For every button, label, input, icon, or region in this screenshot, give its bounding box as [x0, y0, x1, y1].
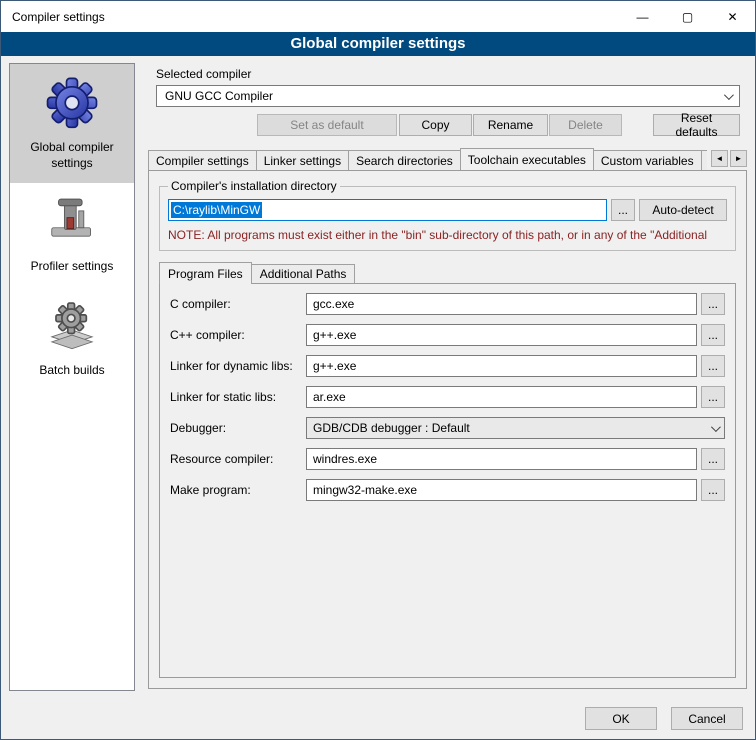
static-linker-input[interactable]: ar.exe: [306, 386, 697, 408]
resource-compiler-input[interactable]: windres.exe: [306, 448, 697, 470]
sidebar-item-label: Profiler settings: [31, 259, 114, 275]
tab-scroll-right-icon[interactable]: ►: [730, 150, 747, 167]
browse-button[interactable]: ...: [701, 293, 725, 315]
installation-directory-title: Compiler's installation directory: [168, 179, 340, 193]
field-label: Make program:: [170, 483, 306, 497]
field-label: Linker for dynamic libs:: [170, 359, 306, 373]
sidebar-item-batch-builds[interactable]: Batch builds: [10, 287, 134, 391]
selected-compiler-label: Selected compiler: [156, 67, 747, 81]
field-row-resource-compiler: Resource compiler: windres.exe ...: [170, 448, 725, 470]
maximize-button[interactable]: ▢: [665, 1, 710, 32]
program-tabs: Program Files Additional Paths: [159, 261, 736, 283]
field-row-cpp-compiler: C++ compiler: g++.exe ...: [170, 324, 725, 346]
field-row-make-program: Make program: mingw32-make.exe ...: [170, 479, 725, 501]
field-row-static-linker: Linker for static libs: ar.exe ...: [170, 386, 725, 408]
installation-dir-input[interactable]: C:\raylib\MinGW: [168, 199, 607, 221]
tab-build-options[interactable]: Buil: [701, 150, 707, 170]
rename-button[interactable]: Rename: [473, 114, 548, 136]
toolchain-executables-page: Compiler's installation directory C:\ray…: [148, 170, 747, 689]
settings-category-list: Global compiler settings Profiler settin…: [9, 63, 135, 691]
delete-button: Delete: [549, 114, 622, 136]
installation-directory-row: C:\raylib\MinGW ... Auto-detect: [168, 199, 727, 221]
browse-button[interactable]: ...: [701, 448, 725, 470]
compiler-select[interactable]: GNU GCC Compiler: [156, 85, 740, 107]
ok-button[interactable]: OK: [585, 707, 657, 730]
debugger-select-value: GDB/CDB debugger : Default: [313, 421, 470, 435]
tab-toolchain-executables[interactable]: Toolchain executables: [460, 148, 594, 170]
field-label: C compiler:: [170, 297, 306, 311]
dialog-body: Global compiler settings Profiler settin…: [1, 56, 755, 739]
tab-compiler-settings[interactable]: Compiler settings: [148, 150, 257, 170]
sidebar-item-label: Global compiler settings: [14, 140, 130, 171]
debugger-select[interactable]: GDB/CDB debugger : Default: [306, 417, 725, 439]
tab-additional-paths[interactable]: Additional Paths: [251, 264, 356, 283]
gray-gear-stack-icon: [44, 297, 100, 353]
tab-search-directories[interactable]: Search directories: [348, 150, 461, 170]
browse-dir-button[interactable]: ...: [611, 199, 635, 221]
sidebar-item-profiler-settings[interactable]: Profiler settings: [10, 183, 134, 287]
settings-tabs: Compiler settings Linker settings Search…: [148, 147, 747, 170]
bin-subdirectory-note: NOTE: All programs must exist either in …: [168, 228, 727, 242]
tabs-scroller: Compiler settings Linker settings Search…: [148, 147, 707, 170]
window-title: Compiler settings: [1, 1, 620, 32]
field-row-c-compiler: C compiler: gcc.exe ...: [170, 293, 725, 315]
tab-linker-settings[interactable]: Linker settings: [256, 150, 349, 170]
chevron-down-icon: [711, 422, 721, 432]
compiler-actions: Set as default Copy Rename Delete Reset …: [156, 114, 740, 136]
compiler-settings-dialog: Compiler settings — ▢ ✕ Global compiler …: [0, 0, 756, 740]
make-program-input[interactable]: mingw32-make.exe: [306, 479, 697, 501]
set-as-default-button: Set as default: [257, 114, 397, 136]
field-label: Linker for static libs:: [170, 390, 306, 404]
browse-button[interactable]: ...: [701, 386, 725, 408]
field-label: Resource compiler:: [170, 452, 306, 466]
browse-button[interactable]: ...: [701, 479, 725, 501]
installation-dir-selected-text: C:\raylib\MinGW: [171, 202, 262, 218]
copy-button[interactable]: Copy: [399, 114, 472, 136]
cpp-compiler-input[interactable]: g++.exe: [306, 324, 697, 346]
field-row-dynamic-linker: Linker for dynamic libs: g++.exe ...: [170, 355, 725, 377]
tab-program-files[interactable]: Program Files: [159, 262, 252, 284]
chevron-down-icon: [724, 90, 734, 100]
tab-scroll-controls: ◄ ►: [711, 150, 747, 167]
field-row-debugger: Debugger: GDB/CDB debugger : Default: [170, 417, 725, 439]
sidebar-item-global-compiler-settings[interactable]: Global compiler settings: [10, 64, 134, 183]
dynamic-linker-input[interactable]: g++.exe: [306, 355, 697, 377]
close-button[interactable]: ✕: [710, 1, 755, 32]
blue-gear-icon: [44, 74, 100, 130]
tab-scroll-left-icon[interactable]: ◄: [711, 150, 728, 167]
minimize-button[interactable]: —: [620, 1, 665, 32]
browse-button[interactable]: ...: [701, 324, 725, 346]
dialog-footer: OK Cancel: [585, 707, 743, 730]
installation-directory-group: Compiler's installation directory C:\ray…: [159, 179, 736, 251]
main-panel: Selected compiler GNU GCC Compiler Set a…: [148, 63, 747, 689]
title-bar: Compiler settings — ▢ ✕: [1, 1, 755, 32]
sidebar-item-label: Batch builds: [39, 363, 104, 379]
compiler-select-value: GNU GCC Compiler: [165, 89, 273, 103]
field-label: Debugger:: [170, 421, 306, 435]
browse-button[interactable]: ...: [701, 355, 725, 377]
c-compiler-input[interactable]: gcc.exe: [306, 293, 697, 315]
field-label: C++ compiler:: [170, 328, 306, 342]
page-title: Global compiler settings: [1, 32, 755, 56]
auto-detect-button[interactable]: Auto-detect: [639, 199, 727, 221]
profiler-tool-icon: [44, 193, 100, 249]
program-files-page: C compiler: gcc.exe ... C++ compiler: g+…: [159, 283, 736, 678]
reset-defaults-button[interactable]: Reset defaults: [653, 114, 740, 136]
tab-custom-variables[interactable]: Custom variables: [593, 150, 702, 170]
cancel-button[interactable]: Cancel: [671, 707, 743, 730]
